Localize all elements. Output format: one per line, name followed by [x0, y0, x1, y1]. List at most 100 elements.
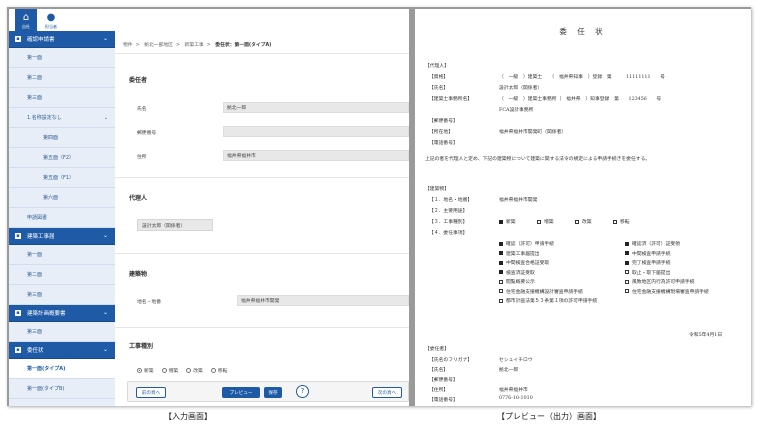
- sidebar-item[interactable]: 第二面: [9, 265, 115, 285]
- sidebar-item[interactable]: 第五面（F2）: [9, 148, 115, 168]
- work-type-radio-extension[interactable]: 増築: [161, 367, 178, 374]
- chevron-down-icon: ⌄: [102, 309, 108, 316]
- doc-delegation-check: 確認済（許可）証受領: [625, 240, 680, 247]
- sidebar-item[interactable]: 第三面: [9, 322, 115, 342]
- sidebar-item[interactable]: 第五面（F1）: [9, 168, 115, 188]
- sidebar-group-title: 建築工事届: [27, 234, 55, 240]
- unchecked-box-icon: [499, 298, 503, 303]
- unchecked-box-icon: [613, 219, 617, 224]
- sidebar-item-label: 第一面: [27, 252, 43, 258]
- sidebar-item[interactable]: 第二面: [9, 68, 115, 88]
- document-icon: ▪: [15, 36, 21, 42]
- checked-box-icon: [499, 270, 503, 274]
- work-type-radio-rebuild[interactable]: 改築: [186, 367, 203, 374]
- sidebar-group-title: 建築計画概要書: [27, 311, 66, 317]
- doc-delegation-check: 中間検査申請手続: [625, 250, 670, 257]
- work-type-radio-new[interactable]: 新築: [137, 367, 154, 374]
- doc-section-header: 【委任者】: [425, 347, 449, 352]
- preview-button[interactable]: プレビュー: [222, 387, 260, 398]
- building-location-input[interactable]: 福井県福井市開発: [237, 295, 409, 306]
- doc-delegation-check: 都市計画法第５３条第１項の許可申請手続: [499, 297, 597, 304]
- doc-delegation-check: 中間検査合格証受取: [499, 259, 549, 266]
- doc-delegation-check: 閲覧概要公示: [499, 278, 535, 285]
- screenshot-frame: ⌂ 自社 ● 担当者 ▪ 確認申請書 ⌄ 第一面 第二面 第三面 1.名称設定なし ⌄ 第四面第…: [7, 7, 751, 406]
- sidebar-item[interactable]: 第三面: [9, 88, 115, 108]
- sidebar-group-header[interactable]: ▪ 確認申請書 ⌄: [9, 31, 115, 48]
- sidebar: ▪ 確認申請書 ⌄ 第一面 第二面 第三面 1.名称設定なし ⌄ 第四面 第五面（F2） 第五面（F…: [9, 31, 115, 406]
- sidebar-group-title: 委任状: [27, 348, 44, 354]
- breadcrumb-current: 委任状：第一面(タイプA): [215, 43, 272, 48]
- sidebar-group-title: 確認申請書: [27, 37, 55, 43]
- doc-section-header: 【代理人】: [425, 64, 449, 69]
- caption-preview: 【プレビュー（出力）画面】: [497, 412, 601, 421]
- sidebar-item[interactable]: 申請図書: [9, 208, 115, 228]
- checked-box-icon: [499, 241, 503, 246]
- unchecked-box-icon: [625, 289, 629, 293]
- principal-address-input[interactable]: 福井県福井市: [223, 150, 409, 161]
- doc-field-label: 【氏名】: [429, 86, 449, 91]
- building-location-label: 地名・地番: [137, 300, 161, 305]
- doc-delegation-check: 完了検査申請手続: [625, 259, 670, 266]
- breadcrumb: 物件 > 拠北一部地区 > 新築工事 > 委任状：第一面(タイプA): [123, 43, 272, 48]
- sidebar-item[interactable]: 第一面(タイプA): [9, 359, 115, 379]
- work-type-radio-relocation[interactable]: 移転: [210, 367, 227, 374]
- agent-select[interactable]: 設計太郎（関係者）: [137, 219, 213, 231]
- doc-delegation-check: 取止・取下届提出: [625, 269, 670, 276]
- sidebar-item[interactable]: 第一面(タイプB): [9, 379, 115, 399]
- user-icon: ●: [46, 12, 56, 23]
- doc-delegation-check: 住宅金融支援機構現場審査申請手続: [625, 288, 709, 295]
- doc-work-type-check: 移転: [613, 218, 630, 225]
- user-tab-label: 担当者: [45, 24, 57, 29]
- sidebar-item-label: 第二面: [27, 272, 43, 278]
- help-button[interactable]: ?: [296, 385, 309, 398]
- divider: [115, 253, 409, 254]
- section-title-agent: 代理人: [129, 195, 148, 202]
- doc-field-label: 【氏名のフリガナ】: [429, 358, 473, 363]
- unchecked-box-icon: [575, 219, 579, 224]
- preview-screen: 委 任 状 【代理人】 【資格】 （ 一級 ）建築士 （ 福井県知事 ）登録 第 1…: [415, 9, 751, 406]
- preview-document: 委 任 状 【代理人】 【資格】 （ 一級 ）建築士 （ 福井県知事 ）登録 第 1…: [415, 9, 751, 406]
- next-page-button[interactable]: 次の頁へ: [372, 387, 402, 398]
- sidebar-group-header[interactable]: ▪ 委任状 ⌄: [9, 342, 115, 359]
- checked-box-icon: [625, 241, 629, 246]
- sidebar-group-header[interactable]: ▪ 建築工事届 ⌄: [9, 228, 115, 245]
- doc-field-label: 【１．地名・地番】: [429, 198, 473, 203]
- save-button[interactable]: 保存: [264, 387, 282, 398]
- sidebar-item[interactable]: 1.名称設定なし ⌄: [9, 108, 115, 128]
- doc-field-value: セシュイチロウ: [499, 358, 533, 363]
- doc-work-type-check: 改築: [575, 218, 592, 225]
- home-tab[interactable]: ⌂ 自社: [15, 9, 37, 31]
- breadcrumb-item[interactable]: 拠北一部地区: [144, 43, 173, 48]
- work-type-radio-group: 新築 増築 改築 移転: [137, 367, 227, 374]
- divider: [115, 53, 409, 54]
- sidebar-item-label: 申請図書: [27, 215, 48, 221]
- sidebar-item[interactable]: 第三面: [9, 285, 115, 305]
- user-tab[interactable]: ● 担当者: [40, 9, 62, 31]
- breadcrumb-item[interactable]: 新築工事: [185, 43, 204, 48]
- doc-field-label: 【３．工事種別】: [429, 220, 468, 225]
- sidebar-item[interactable]: 第一面: [9, 245, 115, 265]
- doc-section-header: 【建築物】: [425, 187, 449, 192]
- radio-icon: [210, 368, 216, 373]
- principal-name-input[interactable]: 拠北一郎: [223, 102, 409, 113]
- sidebar-item-label: 第四面: [43, 135, 59, 141]
- doc-field-value: 0776-10-1010: [499, 396, 533, 401]
- sidebar-item[interactable]: 第四面: [9, 128, 115, 148]
- caption-input: 【入力画面】: [164, 412, 212, 421]
- prev-page-button[interactable]: 前の頁へ: [136, 387, 166, 398]
- checked-box-icon: [625, 251, 629, 255]
- principal-postal-input[interactable]: [223, 126, 409, 137]
- sidebar-group-header[interactable]: ▪ 建築計画概要書 ⌄: [9, 305, 115, 322]
- sidebar-item-label: 1.名称設定なし: [27, 115, 62, 121]
- doc-field-label: 【郵便番号】: [429, 119, 458, 124]
- doc-field-label: 【所在地】: [429, 130, 453, 135]
- sidebar-item[interactable]: 第六面: [9, 188, 115, 208]
- breadcrumb-item[interactable]: 物件: [123, 43, 133, 48]
- sidebar-item-label: 第三面: [27, 329, 43, 335]
- doc-delegation-check: 風致地区内行為許可申請手続: [625, 278, 694, 285]
- unchecked-box-icon: [499, 279, 503, 284]
- doc-field-value: 福井県福井市開発: [499, 198, 538, 203]
- sidebar-item-label: 第六面: [43, 195, 59, 201]
- sidebar-item[interactable]: 第一面: [9, 48, 115, 68]
- checked-box-icon: [499, 260, 503, 265]
